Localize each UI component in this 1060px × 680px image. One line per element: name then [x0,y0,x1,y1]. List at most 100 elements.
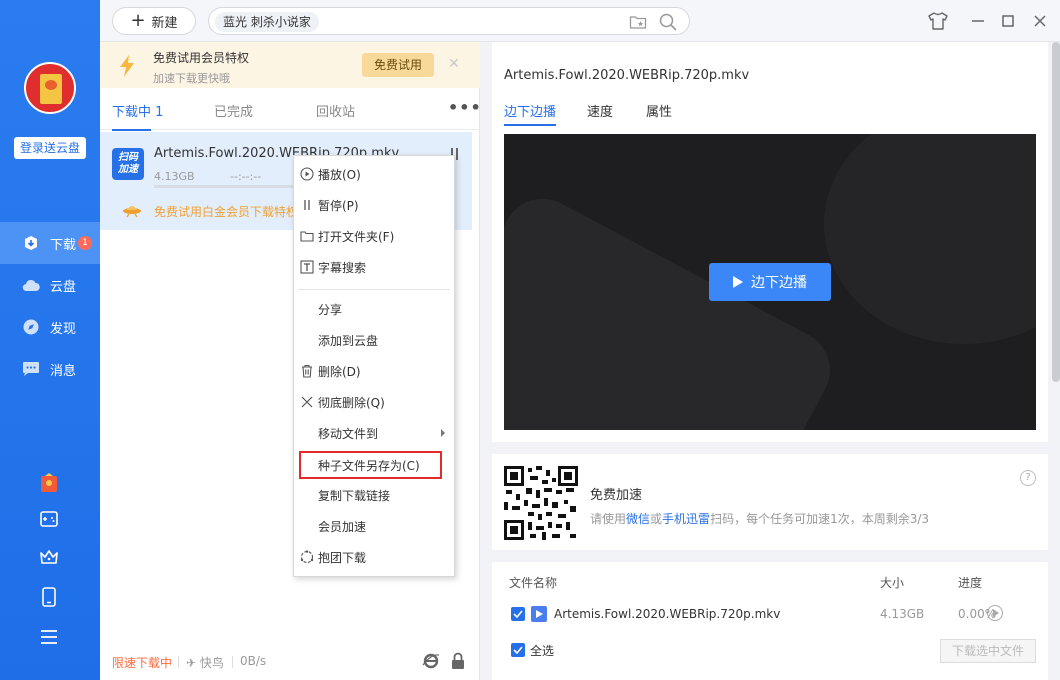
nav-item-cloud[interactable]: 云盘 [0,264,100,306]
play-circle-icon [300,167,314,181]
group-icon [300,550,314,564]
crown-icon[interactable] [38,546,60,568]
qr-code [504,466,578,540]
menu-icon[interactable] [38,626,60,648]
help-icon[interactable]: ? [1020,470,1036,486]
bird-icon: ✈ [186,656,197,670]
select-all-checkbox[interactable] [511,643,525,657]
status-bar: 限速下载中 ✈ 快鸟 0B/s [100,648,480,680]
tab-speed[interactable]: 速度 [587,101,613,120]
search-icon[interactable] [659,13,677,31]
tab-completed[interactable]: 已完成 [214,101,253,120]
nav-item-download[interactable]: 下载 1 [0,222,100,264]
free-speedup-description: 请使用微信或手机迅雷扫码，每个任务可加速1次，本周剩余3/3 [590,512,930,526]
folder-star-icon[interactable] [629,13,647,31]
minimize-icon[interactable] [968,11,988,31]
lock-icon[interactable] [450,652,468,670]
compass-icon [22,318,40,336]
platinum-trial-link[interactable]: 免费试用白金会员下载特权 [154,203,294,220]
more-button[interactable]: ••• [448,98,482,117]
subtitle-icon [300,260,314,274]
nav-label: 消息 [50,363,77,379]
menu-item-delete[interactable]: 删除(D) [294,357,454,385]
download-eta: --:--:-- [230,170,262,183]
speed-limit-status[interactable]: 限速下载中 [112,654,172,671]
new-task-label: 新建 [151,15,178,31]
header-progress: 进度 [958,576,983,590]
cloud-icon [22,276,40,294]
menu-item-group-download[interactable]: 抱团下载 [294,543,454,571]
file-row-checkbox[interactable] [511,607,525,621]
tab-recycle-bin[interactable]: 回收站 [316,101,355,120]
play-while-downloading-button[interactable]: 边下边播 [709,263,831,301]
video-file-icon [531,606,547,622]
new-task-button[interactable]: + 新建 [112,7,196,35]
mobile-thunder-link[interactable]: 手机迅雷 [662,512,710,526]
tab-play-while-downloading[interactable]: 边下边播 [504,101,557,126]
menu-item-open-folder[interactable]: 打开文件夹(F) [294,222,454,250]
video-preview: 边下边播 [504,134,1036,430]
close-icon [300,395,314,409]
select-all-label[interactable]: 全选 [530,642,554,659]
message-icon [22,360,40,378]
folder-icon [300,229,314,243]
file-row-size: 4.13GB [880,607,925,621]
login-button[interactable]: 登录送云盘 [14,137,86,159]
file-row-name: Artemis.Fowl.2020.WEBRip.720p.mkv [554,607,781,621]
wechat-link[interactable]: 微信 [626,512,650,526]
gamepad-icon[interactable] [38,508,60,530]
download-speed: 0B/s [240,654,267,668]
ie-icon[interactable] [422,652,440,670]
preview-card: Artemis.Fowl.2020.WEBRip.720p.mkv 边下边播 速… [492,42,1048,442]
header-file-name: 文件名称 [509,576,558,590]
download-file-size: 4.13GB [154,170,195,183]
free-trial-button[interactable]: 免费试用 [362,53,434,77]
promo-title: 免费试用会员特权 [153,51,250,65]
menu-item-subtitle-search[interactable]: 字幕搜索 [294,253,454,281]
top-bar: + 新建 蓝光 刺杀小说家 [100,0,1060,42]
nav-label: 发现 [50,321,77,337]
free-speedup-title: 免费加速 [590,488,643,503]
left-sidebar: 登录送云盘 下载 1 云盘 发现 消息 [0,0,100,680]
plus-icon: + [130,10,146,31]
maximize-icon[interactable] [998,11,1018,31]
menu-item-share[interactable]: 分享 [294,295,454,323]
scrollbar[interactable] [1052,42,1060,382]
play-circle-icon[interactable] [987,605,1003,621]
fast-bird-status[interactable]: ✈ 快鸟 [186,654,224,671]
menu-item-pause[interactable]: 暂停(P) [294,191,454,219]
nav-item-discover[interactable]: 发现 [0,306,100,348]
menu-item-vip-speedup[interactable]: 会员加速 [294,512,454,540]
red-packet-icon[interactable] [38,472,60,494]
context-menu: 播放(O) 暂停(P) 打开文件夹(F) 字幕搜索 分享 添加到云盘 删除(D)… [293,155,455,577]
search-box[interactable]: 蓝光 刺杀小说家 [208,7,690,35]
scan-speedup-icon[interactable]: 扫码 加速 [112,148,144,180]
ufo-icon [122,202,142,221]
search-tag[interactable]: 蓝光 刺杀小说家 [215,12,319,32]
header-size: 大小 [880,576,905,590]
free-speedup-card: 免费加速 请使用微信或手机迅雷扫码，每个任务可加速1次，本周剩余3/3 ? [492,454,1048,550]
trash-icon [300,364,314,378]
close-icon[interactable] [1030,11,1050,31]
menu-item-save-torrent-as[interactable]: 种子文件另存为(C) [299,451,442,479]
tab-count: 1 [155,105,164,120]
nav-item-messages[interactable]: 消息 [0,348,100,390]
tab-properties[interactable]: 属性 [646,101,672,120]
nav-label: 云盘 [50,279,77,295]
menu-item-add-to-cloud[interactable]: 添加到云盘 [294,326,454,354]
pause-icon [300,198,314,212]
tab-downloading[interactable]: 下载中 1 [112,101,164,131]
close-icon[interactable]: ✕ [448,56,460,72]
menu-item-move-file[interactable]: 移动文件到 [294,419,454,447]
menu-item-copy-download-link[interactable]: 复制下载链接 [294,481,454,509]
task-detail-panel: Artemis.Fowl.2020.WEBRip.720p.mkv 边下边播 速… [480,42,1060,680]
download-selected-button[interactable]: 下载选中文件 [940,639,1036,663]
phone-icon[interactable] [38,586,60,608]
nav-badge: 1 [78,236,93,250]
menu-item-play[interactable]: 播放(O) [294,160,454,188]
menu-item-delete-permanently[interactable]: 彻底删除(Q) [294,388,454,416]
avatar[interactable] [24,62,76,114]
promo-subtitle: 加速下载更快哦 [153,72,230,85]
vip-promo-banner: 免费试用会员特权 加速下载更快哦 免费试用 ✕ [100,42,480,88]
skin-icon[interactable] [928,11,948,31]
